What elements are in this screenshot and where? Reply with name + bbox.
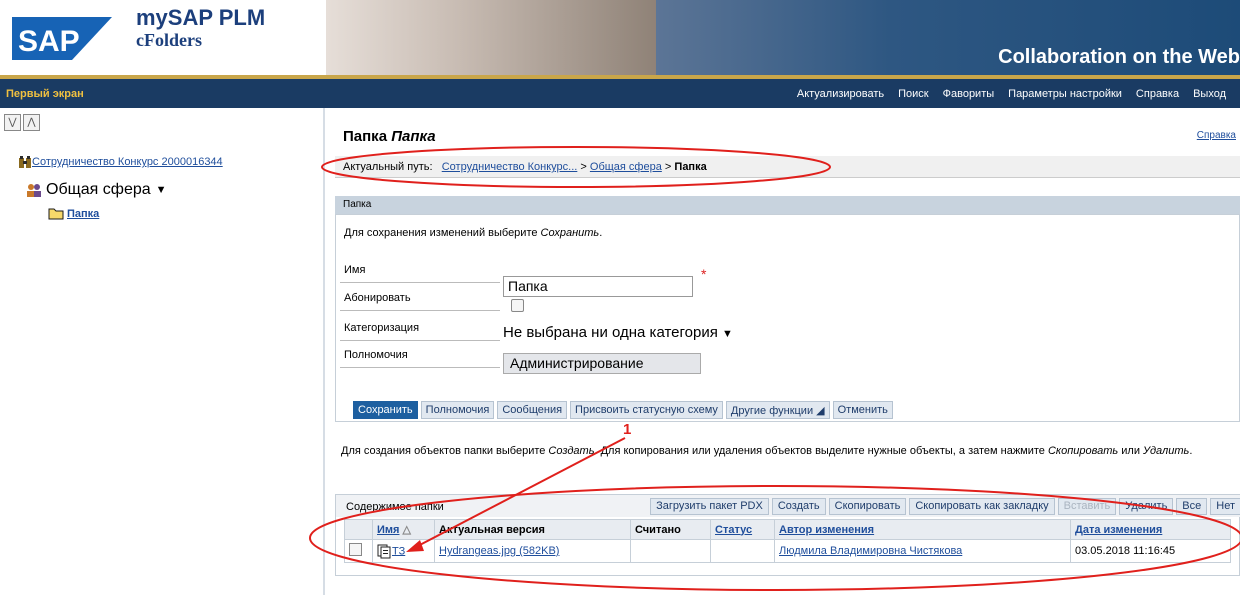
navigation-tree: ⋁ ⋀ Сотрудничество Конкурс 2000016344 Об… (0, 108, 325, 595)
folder-panel-header: Папка (335, 196, 1240, 214)
chevron-down-icon[interactable]: ▼ (156, 184, 167, 196)
row-checkbox[interactable] (349, 543, 362, 556)
name-field[interactable]: Папка (503, 276, 693, 297)
top-nav-links: Актуализировать Поиск Фавориты Параметры… (797, 88, 1240, 100)
tree-item-folder[interactable]: Папка (48, 207, 99, 220)
tree-item-collaboration[interactable]: Сотрудничество Конкурс 2000016344 (18, 155, 223, 169)
collapse-all-icon[interactable]: ⋁ (4, 114, 21, 131)
contents-actions: Загрузить пакет PDX Создать Скопировать … (647, 498, 1240, 515)
header-tagline: Collaboration on the Web (998, 46, 1240, 68)
nav-search[interactable]: Поиск (898, 88, 928, 100)
delete-button[interactable]: Удалить (1119, 498, 1174, 515)
nav-settings[interactable]: Параметры настройки (1008, 88, 1122, 100)
other-functions-button[interactable]: Другие функции ◢ (725, 401, 830, 419)
column-name[interactable]: Имя △ (372, 519, 435, 540)
sort-ascending-icon[interactable]: △ (403, 524, 411, 536)
copy-button[interactable]: Скопировать (828, 498, 907, 515)
subscribe-checkbox[interactable] (511, 299, 524, 312)
app-subtitle: cFolders (136, 30, 202, 50)
tree-root-label[interactable]: Сотрудничество Конкурс 2000016344 (32, 156, 223, 168)
breadcrumb-item-collaboration[interactable]: Сотрудничество Конкурс... (442, 161, 578, 173)
app-title: mySAP PLM (136, 5, 266, 30)
breadcrumb: Актуальный путь: Сотрудничество Конкурс.… (335, 156, 1240, 178)
select-all-button[interactable]: Все (1176, 498, 1208, 515)
breadcrumb-separator: > (580, 161, 587, 173)
messages-button[interactable]: Сообщения (497, 401, 568, 419)
expand-up-icon[interactable]: ⋀ (23, 114, 40, 131)
main-content: Папка Папка Справка Актуальный путь: Сот… (327, 108, 1240, 595)
breadcrumb-label: Актуальный путь: (343, 161, 433, 173)
nav-logout[interactable]: Выход (1193, 88, 1226, 100)
tree-folder-label[interactable]: Папка (67, 208, 99, 220)
tree-toolbar: ⋁ ⋀ (4, 114, 42, 131)
page-title: Папка Папка (343, 128, 436, 145)
save-hint: Для сохранения изменений выберите Сохран… (344, 227, 603, 239)
folder-panel: Для сохранения изменений выберите Сохран… (335, 214, 1240, 422)
app-header: SAP mySAP PLM cFolders Collaboration on … (0, 0, 1240, 75)
collaboration-icon (19, 156, 31, 168)
nav-favorites[interactable]: Фавориты (943, 88, 995, 100)
cell-version[interactable]: Hydrangeas.jpg (582KB) (434, 539, 631, 563)
contents-toolbar: Содержимое папки Загрузить пакет PDX Соз… (336, 495, 1240, 517)
cell-author[interactable]: Людмила Владимировна Чистякова (774, 539, 1071, 563)
breadcrumb-item-space[interactable]: Общая сфера (590, 161, 662, 173)
subscribe-label: Абонировать (340, 289, 500, 311)
document-icon (377, 544, 391, 558)
table-row[interactable]: ТЗ Hydrangeas.jpg (582KB) Людмила Владим… (344, 539, 1231, 563)
select-none-button[interactable]: Нет (1210, 498, 1240, 515)
column-read: Считано (630, 519, 711, 540)
paste-button: Вставить (1057, 498, 1117, 515)
group-icon (27, 184, 41, 197)
row-checkbox-cell[interactable] (344, 539, 373, 563)
permissions-field: Администрирование (503, 353, 701, 374)
required-marker: * (701, 266, 707, 282)
nav-help[interactable]: Справка (1136, 88, 1179, 100)
chevron-down-icon[interactable]: ▼ (722, 328, 733, 340)
help-link[interactable]: Справка (1197, 130, 1236, 141)
folder-actions: Сохранить Полномочия Сообщения Присвоить… (353, 401, 896, 419)
assign-status-scheme-button[interactable]: Присвоить статусную схему (570, 401, 723, 419)
column-version: Актуальная версия (434, 519, 631, 540)
home-link[interactable]: Первый экран (6, 88, 84, 100)
cell-name[interactable]: ТЗ (372, 539, 435, 563)
category-select[interactable]: Не выбрана ни одна категория ▼ (503, 324, 733, 341)
column-author[interactable]: Автор изменения (774, 519, 1071, 540)
cell-status (710, 539, 775, 563)
document-name-link[interactable]: ТЗ (392, 545, 405, 557)
contents-table: Имя △ Актуальная версия Считано Статус А… (344, 519, 1231, 563)
nav-refresh[interactable]: Актуализировать (797, 88, 884, 100)
table-header-row: Имя △ Актуальная версия Считано Статус А… (344, 519, 1231, 540)
tree-space-label[interactable]: Общая сфера (46, 181, 151, 199)
svg-text:SAP: SAP (18, 25, 80, 58)
sap-logo: SAP (12, 17, 112, 60)
folder-icon (48, 208, 64, 220)
column-status[interactable]: Статус (710, 519, 775, 540)
header-photo (326, 0, 656, 75)
cancel-button[interactable]: Отменить (832, 401, 893, 419)
column-date[interactable]: Дата изменения (1070, 519, 1231, 540)
name-label: Имя (340, 261, 500, 283)
contents-title: Содержимое папки (346, 501, 444, 513)
upload-pdx-button[interactable]: Загрузить пакет PDX (650, 498, 769, 515)
top-navigation-bar: Первый экран Актуализировать Поиск Фавор… (0, 75, 1240, 108)
tree-item-common-space[interactable]: Общая сфера ▼ (26, 181, 167, 199)
create-button[interactable]: Создать (771, 498, 826, 515)
folder-contents: Содержимое папки Загрузить пакет PDX Соз… (335, 494, 1240, 576)
permissions-button[interactable]: Полномочия (420, 401, 495, 419)
header-banner: Collaboration on the Web (656, 0, 1240, 75)
column-select (344, 519, 373, 540)
copy-as-bookmark-button[interactable]: Скопировать как закладку (909, 498, 1055, 515)
save-button[interactable]: Сохранить (353, 401, 418, 419)
create-hint: Для создания объектов папки выберите Соз… (341, 445, 1193, 457)
breadcrumb-current: Папка (674, 161, 707, 173)
cell-read (630, 539, 711, 563)
breadcrumb-separator: > (664, 161, 672, 173)
category-label: Категоризация (340, 319, 500, 341)
cell-date: 03.05.2018 11:16:45 (1070, 539, 1231, 563)
permissions-label: Полномочия (340, 346, 500, 368)
